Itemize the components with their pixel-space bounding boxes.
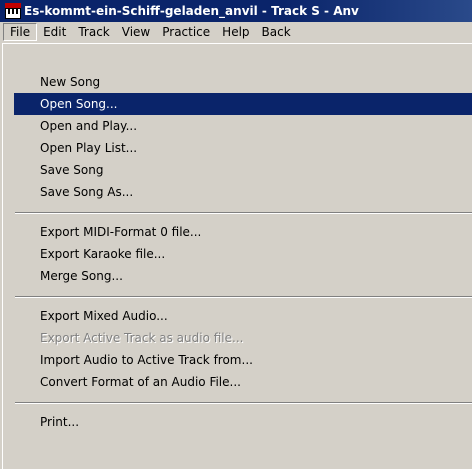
menu-item-print[interactable]: Print... bbox=[14, 411, 472, 433]
menu-view[interactable]: View bbox=[116, 23, 156, 41]
menu-bar: File Edit Track View Practice Help Back bbox=[0, 22, 472, 42]
file-dropdown-menu: New Song Open Song... Open and Play... O… bbox=[2, 43, 472, 469]
menu-track[interactable]: Track bbox=[72, 23, 115, 41]
menu-item-new-song[interactable]: New Song bbox=[14, 71, 472, 93]
piano-keyboard-icon[interactable] bbox=[5, 3, 21, 19]
menu-item-convert-audio-format[interactable]: Convert Format of an Audio File... bbox=[14, 371, 472, 393]
menu-file[interactable]: File bbox=[3, 23, 38, 41]
menu-item-merge-song[interactable]: Merge Song... bbox=[14, 265, 472, 287]
menu-separator bbox=[15, 402, 472, 404]
window-title: Es-kommt-ein-Schiff-geladen_anvil - Trac… bbox=[24, 4, 359, 18]
menu-item-export-karaoke[interactable]: Export Karaoke file... bbox=[14, 243, 472, 265]
menu-item-export-mixed-audio[interactable]: Export Mixed Audio... bbox=[14, 305, 472, 327]
menu-edit[interactable]: Edit bbox=[37, 23, 72, 41]
menu-item-save-song-as[interactable]: Save Song As... bbox=[14, 181, 472, 203]
menu-back[interactable]: Back bbox=[256, 23, 297, 41]
menu-separator bbox=[15, 212, 472, 214]
menu-item-open-play-list[interactable]: Open Play List... bbox=[14, 137, 472, 159]
menu-item-open-and-play[interactable]: Open and Play... bbox=[14, 115, 472, 137]
menu-item-export-midi-format-0[interactable]: Export MIDI-Format 0 file... bbox=[14, 221, 472, 243]
menu-separator bbox=[15, 296, 472, 298]
menu-item-save-song[interactable]: Save Song bbox=[14, 159, 472, 181]
menu-item-import-audio-to-active-track[interactable]: Import Audio to Active Track from... bbox=[14, 349, 472, 371]
menu-help[interactable]: Help bbox=[216, 23, 255, 41]
menu-item-export-active-track-audio: Export Active Track as audio file... bbox=[40, 331, 244, 345]
menu-practice[interactable]: Practice bbox=[156, 23, 216, 41]
title-bar[interactable]: Es-kommt-ein-Schiff-geladen_anvil - Trac… bbox=[0, 0, 472, 22]
menu-item-open-song[interactable]: Open Song... bbox=[14, 93, 472, 115]
